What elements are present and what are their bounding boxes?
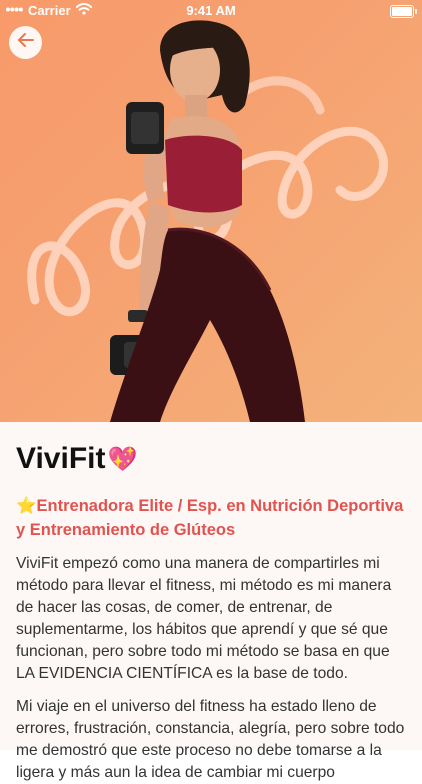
bio-paragraph-1: ViviFit empezó como una manera de compar… [16, 555, 392, 682]
athlete-figure [110, 20, 305, 422]
status-time: 9:41 AM [186, 3, 236, 18]
status-bar: Carrier 9:41 AM [0, 0, 422, 22]
profile-subtitle: ⭐Entrenadora Elite / Esp. en Nutrición D… [16, 494, 406, 542]
star-emoji: ⭐ [16, 497, 37, 515]
back-button[interactable] [9, 26, 42, 59]
heart-emoji: 💖 [107, 445, 138, 473]
profile-title: ViviFit 💖 [16, 442, 406, 476]
subtitle-text: Entrenadora Elite / Esp. en Nutrición De… [16, 497, 404, 539]
profile-content: ViviFit 💖 ⭐Entrenadora Elite / Esp. en N… [0, 422, 422, 781]
profile-name: ViviFit [16, 442, 106, 475]
hero-image: Carrier 9:41 AM [0, 0, 422, 422]
battery-icon [390, 5, 417, 18]
arrow-left-icon [17, 31, 35, 54]
bio-paragraph-2: Mi viaje en el universo del fitness ha e… [16, 698, 405, 781]
